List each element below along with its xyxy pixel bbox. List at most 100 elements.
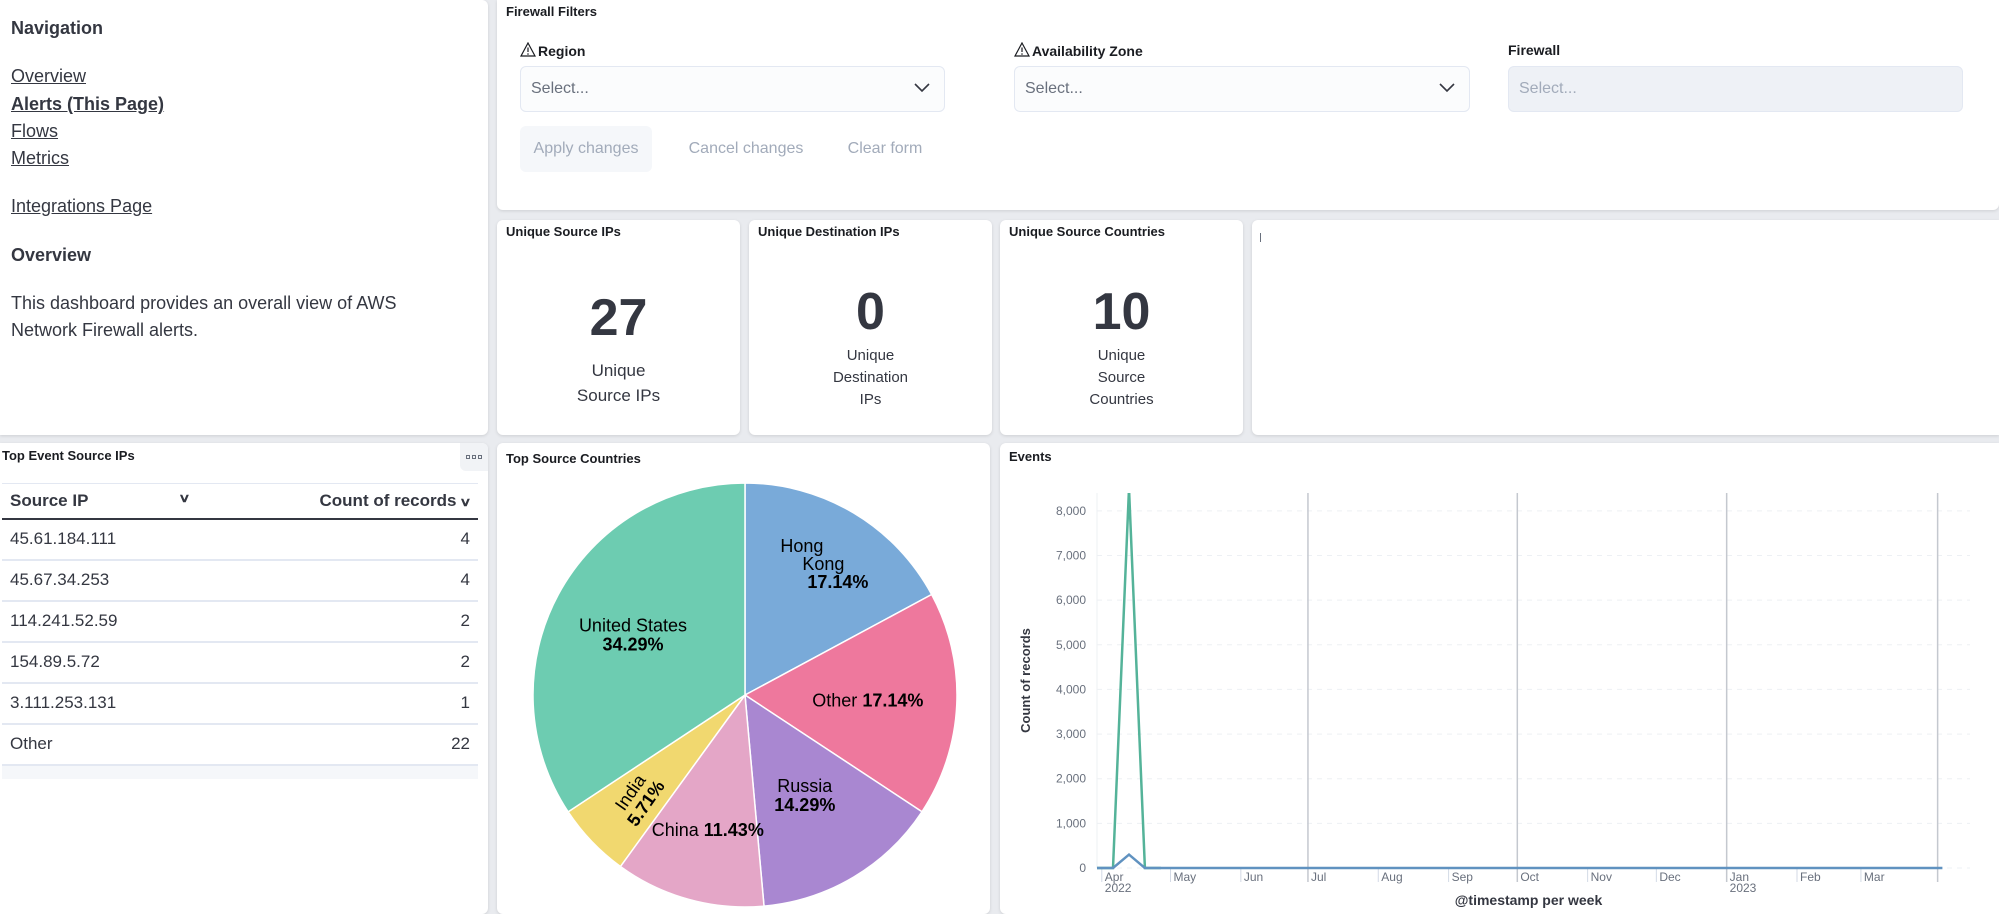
pie-label: Other 17.14% xyxy=(812,690,923,710)
x-tick-label: Jun xyxy=(1244,870,1263,884)
source-ip-cell: Other xyxy=(2,723,205,766)
count-cell: 2 xyxy=(204,600,478,643)
x-tick-label: Oct xyxy=(1520,870,1539,884)
x-axis-title: @timestamp per week xyxy=(1455,892,1603,908)
cancel-changes-button[interactable]: Cancel changes xyxy=(682,126,810,172)
metric-subtitle-line: Unique xyxy=(1097,347,1146,364)
availability-zone-select[interactable]: Select... xyxy=(1014,66,1470,112)
x-tick-label: Sep xyxy=(1452,870,1474,884)
apply-changes-button[interactable]: Apply changes xyxy=(520,126,652,172)
table-row: 45.67.34.253 4 xyxy=(2,559,478,602)
top-event-source-ips-panel: Top Event Source IPs Source IP ∨ Count o… xyxy=(0,443,488,914)
region-label-text: Region xyxy=(538,43,586,59)
dot-icon xyxy=(466,455,470,459)
nav-link-flows[interactable]: Flows xyxy=(11,121,58,142)
y-tick-label: 4,000 xyxy=(1056,682,1086,696)
x-tick-label: May xyxy=(1174,870,1197,884)
column-header-count[interactable]: Count of records ∨ xyxy=(204,483,478,520)
slice-name: China xyxy=(652,820,704,840)
dashboard-description: This dashboard provides an overall view … xyxy=(11,293,397,340)
count-cell: 2 xyxy=(204,641,478,684)
metric-title: Unique Source IPs xyxy=(506,224,621,239)
metric-subtitle-line: Destination xyxy=(832,369,909,386)
count-cell: 4 xyxy=(204,518,478,561)
metric-value: 10 xyxy=(1092,283,1151,341)
availability-zone-label-text: Availability Zone xyxy=(1032,43,1143,59)
pie-label: Russia14.29% xyxy=(774,776,835,815)
pie-label-text: Other 17.14% xyxy=(812,690,923,710)
source-ip-cell: 114.241.52.59 xyxy=(2,600,205,643)
nav-link-integrations[interactable]: Integrations Page xyxy=(11,196,152,217)
metric-subtitle: Unique Source IPs xyxy=(497,358,740,408)
metric-title: Unique Destination IPs xyxy=(758,224,900,239)
line-series-green[interactable] xyxy=(1097,489,1161,870)
region-select[interactable]: Select... xyxy=(520,66,945,112)
chevron-down-icon xyxy=(1439,80,1455,98)
x-tick-label: Nov xyxy=(1591,870,1612,884)
spacer-cell xyxy=(204,764,478,779)
x-tick-year-label: 2022 xyxy=(1105,881,1132,895)
metric-subtitle-line: IPs xyxy=(859,391,882,408)
pie-chart: HongKong17.14%Other 17.14%Russia14.29%Ch… xyxy=(532,482,958,908)
metric-subtitle-line: Unique xyxy=(591,361,646,380)
nav-link-metrics[interactable]: Metrics xyxy=(11,148,69,169)
count-cell: 1 xyxy=(204,682,478,725)
y-tick-label: 3,000 xyxy=(1056,727,1086,741)
slice-name: United States xyxy=(579,616,687,636)
chevron-down-icon xyxy=(914,80,930,98)
nav-link-alerts[interactable]: Alerts (This Page) xyxy=(11,94,164,115)
source-ip-cell: 154.89.5.72 xyxy=(2,641,205,684)
availability-zone-placeholder: Select... xyxy=(1025,80,1083,97)
x-tick-year-label: 2023 xyxy=(1730,881,1757,895)
y-tick-label: 8,000 xyxy=(1056,504,1086,518)
slice-percent: 17.14% xyxy=(862,690,923,710)
firewall-placeholder: Select... xyxy=(1519,80,1577,97)
region-label: Region xyxy=(519,41,586,60)
metric-card-unique-destination-ips: Unique Destination IPs 0 Unique Destinat… xyxy=(749,220,992,435)
navigation-panel: Navigation Overview Alerts (This Page) F… xyxy=(0,0,488,435)
top-source-countries-panel: Top Source Countries Hong Kong 17.14% Other… xyxy=(497,443,990,914)
metric-card-unique-source-ips: Unique Source IPs 27 Unique Source IPs xyxy=(497,220,740,435)
region-placeholder: Select... xyxy=(531,80,589,97)
chevron-down-icon[interactable]: ∨ xyxy=(459,495,471,509)
column-header-source-ip[interactable]: Source IP ∨ xyxy=(2,483,205,520)
filters-title: Firewall Filters xyxy=(506,4,598,19)
panel-options-button[interactable] xyxy=(460,443,488,471)
y-tick-label: 1,000 xyxy=(1056,816,1086,830)
source-ip-table: Source IP ∨ Count of records ∨ 45.61.184… xyxy=(2,483,478,779)
availability-zone-label: Availability Zone xyxy=(1013,41,1143,60)
empty-panel xyxy=(1252,220,1999,435)
metric-subtitle: Unique Destination IPs xyxy=(749,345,992,411)
chevron-down-icon[interactable]: ∨ xyxy=(178,491,190,505)
x-tick-label: Feb xyxy=(1800,870,1821,884)
source-ip-cell: 45.67.34.253 xyxy=(2,559,205,602)
slice-name: Other xyxy=(812,690,862,710)
nav-link-overview[interactable]: Overview xyxy=(11,66,86,87)
x-tick-label: Dec xyxy=(1659,870,1680,884)
count-cell: 22 xyxy=(204,723,478,766)
navigation-heading: Navigation xyxy=(11,18,104,38)
slice-percent: 14.29% xyxy=(774,795,835,815)
column-header-label: Count of records xyxy=(319,490,457,510)
events-line-chart: 0 1,000 2,000 3,000 4,000 5,000 6,000 7,000 8,00… xyxy=(1018,489,1970,908)
pie-label: China 11.43% xyxy=(652,820,764,840)
line-series-blue[interactable] xyxy=(1097,852,1943,870)
dot-icon xyxy=(472,455,476,459)
y-tick-label: 7,000 xyxy=(1056,549,1086,563)
source-ip-cell: 3.111.253.131 xyxy=(2,682,205,725)
metric-subtitle-line: Source xyxy=(1097,369,1146,386)
overview-heading: Overview xyxy=(11,245,92,265)
firewall-label-text: Firewall xyxy=(1508,42,1561,58)
firewall-label: Firewall xyxy=(1508,42,1560,58)
warning-icon xyxy=(1013,41,1031,60)
column-header-label: Source IP xyxy=(10,490,89,510)
table-row: 3.111.253.131 1 xyxy=(2,682,478,725)
clear-form-button[interactable]: Clear form xyxy=(840,126,930,172)
count-cell: 4 xyxy=(204,559,478,602)
table-header-row: Source IP ∨ Count of records ∨ xyxy=(2,483,478,520)
y-tick-label: 2,000 xyxy=(1056,772,1086,786)
pie-label-text: China 11.43% xyxy=(652,820,764,840)
slice-percent: 11.43% xyxy=(704,820,764,840)
firewall-select[interactable]: Select... xyxy=(1508,66,1963,112)
metric-subtitle-line: Source IPs xyxy=(576,386,661,405)
